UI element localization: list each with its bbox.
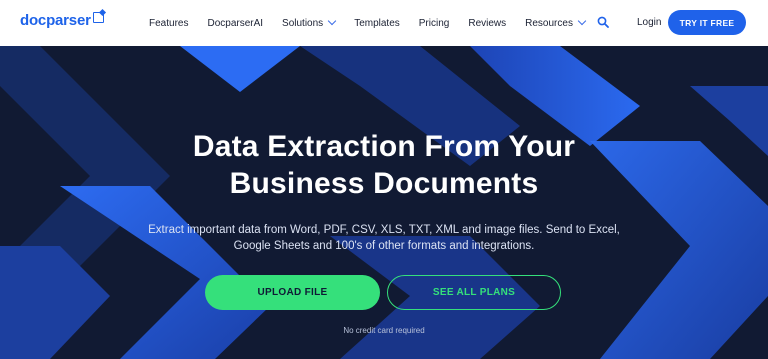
- nav-item-docparserai[interactable]: DocparserAI: [207, 18, 263, 29]
- nav-item-label: Solutions: [282, 17, 324, 29]
- login-link[interactable]: Login: [637, 17, 661, 28]
- nav-item-label: Pricing: [418, 17, 450, 29]
- nav-item-resources[interactable]: Resources: [525, 16, 587, 29]
- chevron-down-icon: [327, 16, 337, 26]
- nav-item-label: Resources: [525, 17, 573, 29]
- subtitle-line-2: Google Sheets and 100's of other formats…: [233, 240, 535, 252]
- headline-line-2: Business Documents: [229, 167, 539, 200]
- search-icon[interactable]: [597, 16, 609, 28]
- main-menu: Features DocparserAI Solutions Templates…: [149, 0, 604, 46]
- subtitle-line-1: Extract important data from Word, PDF, C…: [148, 224, 620, 236]
- logo-mark-icon: [92, 12, 104, 23]
- see-all-plans-button[interactable]: SEE ALL PLANS: [387, 275, 561, 310]
- nav-item-pricing[interactable]: Pricing: [419, 18, 450, 29]
- nav-item-templates[interactable]: Templates: [354, 18, 400, 29]
- hero-subtitle: Extract important data from Word, PDF, C…: [0, 222, 768, 254]
- top-navigation: docparser Features DocparserAI Solutions…: [0, 0, 768, 46]
- hero-section: Data Extraction From Your Business Docum…: [0, 46, 768, 359]
- nav-item-features[interactable]: Features: [149, 18, 188, 29]
- chevron-down-icon: [577, 16, 587, 26]
- docparser-logo[interactable]: docparser: [20, 12, 104, 29]
- hero-headline: Data Extraction From Your Business Docum…: [0, 128, 768, 202]
- upload-file-button[interactable]: UPLOAD FILE: [205, 275, 380, 310]
- hero-arrow-pattern: [0, 46, 768, 359]
- headline-line-1: Data Extraction From Your: [192, 130, 576, 163]
- logo-text: docparser: [20, 12, 91, 29]
- nav-item-reviews[interactable]: Reviews: [468, 18, 506, 29]
- nav-item-solutions[interactable]: Solutions: [282, 16, 337, 29]
- nav-item-label: Templates: [354, 17, 400, 29]
- no-credit-card-note: No credit card required: [343, 326, 425, 335]
- try-it-free-button[interactable]: TRY IT FREE: [668, 10, 746, 35]
- nav-item-label: Features: [149, 17, 189, 29]
- nav-item-label: Reviews: [468, 17, 507, 29]
- nav-item-label: DocparserAI: [207, 17, 264, 29]
